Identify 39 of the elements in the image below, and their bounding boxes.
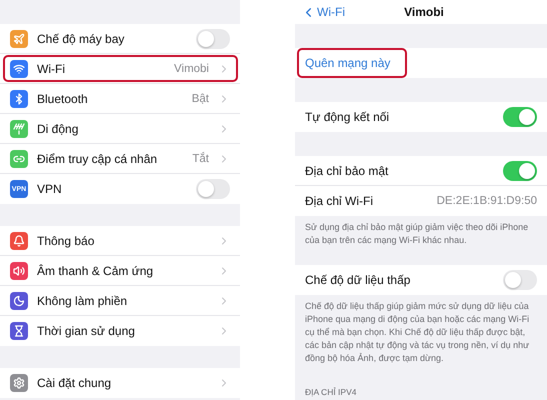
row-label: Âm thanh & Cảm ứng: [37, 264, 154, 278]
toggle-switch[interactable]: [503, 107, 537, 127]
section-header: ĐỊA CHỈ IPV4: [304, 386, 358, 399]
row-value: Bật: [192, 92, 209, 104]
settings-row[interactable]: Wi-Fi Vimobi: [0, 54, 240, 84]
footer-note: Chế độ dữ liệu thấp giúp giảm mức sử dụng dữ liệu của iPhone qua mạng di động của bạn hoặc các mạng Wi-Fi cụ thể mà bạn chọn. Khi Chế độ dữ liệu thấp được bật, các bản cập nhật tự động và tác vụ trong nền, ví dụ như đồng bộ hóa Ảnh, được tạm dừng.: [304, 300, 530, 365]
row-label: Địa chỉ Wi-Fi: [305, 194, 374, 208]
row-value: DE:2E:1B:91:D9:50: [436, 195, 537, 207]
settings-row[interactable]: Di động: [0, 114, 240, 144]
row-value: Vimobi: [174, 62, 209, 74]
toggle-switch[interactable]: [503, 160, 537, 180]
row-label: Thời gian sử dụng: [37, 324, 136, 338]
settings-row[interactable]: Cài đặt chung: [0, 368, 240, 398]
row-label: Địa chỉ bảo mật: [305, 164, 390, 178]
row-label: Di động: [37, 122, 80, 136]
row-label: Wi-Fi: [37, 62, 66, 76]
row-label: Chế độ máy bay: [37, 32, 126, 46]
toggle-switch[interactable]: [503, 270, 537, 290]
row-label: Cài đặt chung: [37, 376, 112, 390]
row-value: Tắt: [192, 152, 209, 164]
row-label: Tự động kết nối: [305, 110, 390, 124]
nav-title: Vimobi: [404, 5, 444, 19]
settings-row[interactable]: Bluetooth Bật: [0, 84, 240, 114]
toggle-switch[interactable]: [196, 179, 230, 199]
settings-row[interactable]: Điểm truy cập cá nhân Tắt: [0, 144, 240, 174]
row-label: Không làm phiền: [37, 294, 128, 308]
settings-row[interactable]: Chế độ máy bay: [0, 24, 240, 54]
toggle-switch[interactable]: [196, 28, 230, 48]
row-label: Bluetooth: [37, 92, 89, 106]
row-label: Thông báo: [37, 234, 96, 248]
settings-row[interactable]: Thông báo: [0, 226, 240, 256]
row-label: Chế độ dữ liệu thấp: [305, 273, 412, 287]
settings-row[interactable]: Âm thanh & Cảm ứng: [0, 256, 240, 286]
settings-row[interactable]: Thời gian sử dụng: [0, 316, 240, 346]
row-label: Điểm truy cập cá nhân: [37, 152, 158, 166]
row-label: VPN: [37, 182, 63, 196]
settings-row[interactable]: Không làm phiền: [0, 286, 240, 316]
footer-note: Sử dụng địa chỉ bảo mật giúp giảm việc theo dõi iPhone của bạn trên các mạng Wi-Fi khác nhau.: [304, 221, 530, 247]
back-link[interactable]: Wi-Fi: [301, 4, 404, 20]
